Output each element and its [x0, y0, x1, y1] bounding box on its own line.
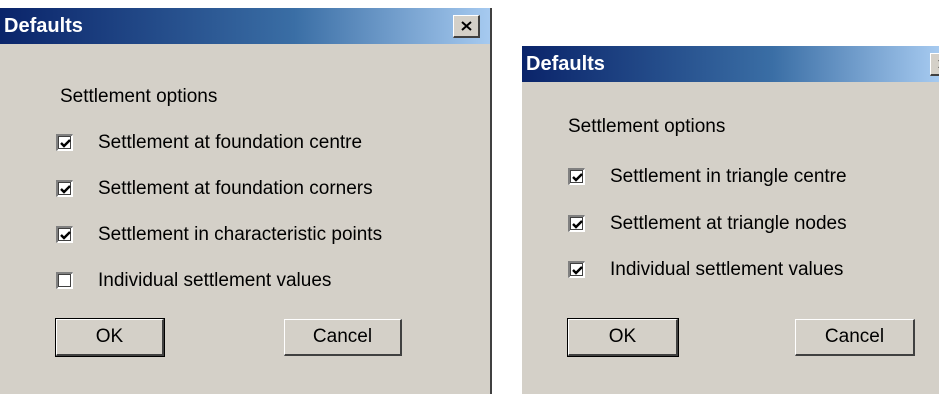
cancel-button[interactable]: Cancel: [795, 319, 915, 356]
checkbox[interactable]: [56, 272, 73, 289]
window-title: Defaults: [526, 53, 605, 75]
close-icon: [461, 21, 472, 31]
option-label: Individual settlement values: [98, 270, 332, 291]
checkbox[interactable]: [56, 134, 73, 151]
title-bar[interactable]: Defaults: [0, 8, 490, 44]
close-button[interactable]: [930, 53, 939, 76]
option-label: Settlement at foundation corners: [98, 178, 373, 199]
window-title: Defaults: [4, 15, 83, 37]
checkmark-icon: [60, 185, 71, 194]
option-label: Settlement at triangle nodes: [610, 213, 847, 234]
defaults-dialog-foundation: Defaults Settlement options Settlement a…: [0, 8, 492, 394]
defaults-dialog-triangle: Defaults Settlement options Settlement i…: [522, 46, 939, 394]
checkmark-icon: [572, 266, 583, 275]
checkmark-icon: [572, 220, 583, 229]
ok-button[interactable]: OK: [55, 318, 165, 357]
option-label: Settlement in triangle centre: [610, 166, 847, 187]
option-label: Settlement in characteristic points: [98, 224, 383, 245]
checkbox[interactable]: [568, 168, 585, 185]
checkmark-icon: [60, 231, 71, 240]
section-label: Settlement options: [60, 86, 218, 107]
option-label: Individual settlement values: [610, 259, 844, 280]
option-label: Settlement at foundation centre: [98, 132, 363, 153]
checkmark-icon: [572, 173, 583, 182]
close-button[interactable]: [453, 15, 480, 38]
checkbox[interactable]: [568, 261, 585, 278]
checkbox[interactable]: [56, 226, 73, 243]
ok-button[interactable]: OK: [567, 318, 679, 357]
checkmark-icon: [60, 139, 71, 148]
checkbox[interactable]: [568, 215, 585, 232]
title-bar[interactable]: Defaults: [522, 46, 939, 82]
cancel-button[interactable]: Cancel: [284, 319, 402, 356]
section-label: Settlement options: [568, 116, 726, 137]
checkbox[interactable]: [56, 180, 73, 197]
